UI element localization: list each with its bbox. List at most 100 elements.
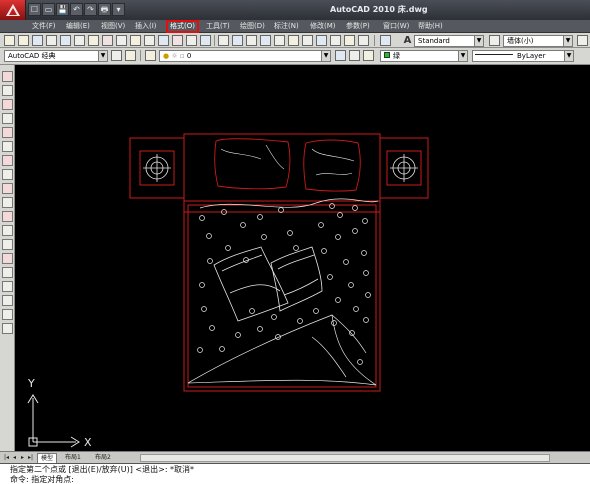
tool-palettes-icon[interactable] <box>302 35 313 46</box>
styles-icon[interactable] <box>380 35 391 46</box>
workspace-value: AutoCAD 经典 <box>8 52 56 60</box>
menu-format[interactable]: 格式(O) <box>166 20 199 33</box>
workspace-select[interactable]: AutoCAD 经典 ▼ <box>4 50 108 62</box>
plot-toolbar-icon[interactable] <box>46 35 57 46</box>
decorative-pillows <box>213 246 323 322</box>
line-icon[interactable] <box>2 71 13 82</box>
workspace-icon[interactable] <box>125 50 136 61</box>
qnew-icon[interactable] <box>4 35 15 46</box>
pillow-crease <box>311 148 355 162</box>
horizontal-scrollbar[interactable] <box>140 454 550 462</box>
plot-preview-icon[interactable] <box>60 35 71 46</box>
design-center-icon[interactable] <box>288 35 299 46</box>
tab-layout1[interactable]: 布局1 <box>62 453 84 463</box>
table-style-icon[interactable] <box>577 35 588 46</box>
tab-layout2[interactable]: 布局2 <box>92 453 114 463</box>
hatch-icon[interactable] <box>2 267 13 278</box>
save-icon[interactable]: 💾 <box>56 3 69 16</box>
copy-icon[interactable] <box>116 35 127 46</box>
menu-tools[interactable]: 工具(T) <box>206 21 230 32</box>
open-file-icon[interactable]: ▭ <box>42 3 55 16</box>
workspace-settings-icon[interactable] <box>111 50 122 61</box>
linetype-select[interactable]: ByLayer ▼ <box>472 50 574 62</box>
cut-icon[interactable] <box>102 35 113 46</box>
menu-insert[interactable]: 插入(I) <box>135 21 157 32</box>
bedspread-dots <box>197 203 371 365</box>
spline-icon[interactable] <box>2 183 13 194</box>
dim-style-select[interactable]: 墙体(小) ▼ <box>503 35 573 47</box>
dim-style-icon[interactable] <box>489 35 500 46</box>
redo-icon[interactable]: ↷ <box>84 3 97 16</box>
polygon-icon[interactable] <box>2 113 13 124</box>
pillow-crease <box>220 148 262 160</box>
menu-window[interactable]: 窗口(W) <box>383 21 409 32</box>
drawing-area[interactable]: Y X <box>16 65 590 451</box>
paste-icon[interactable] <box>130 35 141 46</box>
region-icon[interactable] <box>2 295 13 306</box>
first-tab-button[interactable]: |◂ <box>3 453 10 462</box>
point-icon[interactable] <box>2 253 13 264</box>
gradient-icon[interactable] <box>2 281 13 292</box>
publish-icon[interactable] <box>74 35 85 46</box>
toolbar-separator <box>374 35 375 46</box>
command-line[interactable]: 指定第二个点或 [退出(E)/放弃(U)] <退出>: *取消* 命令: 指定对… <box>0 463 590 484</box>
menu-draw[interactable]: 绘图(D) <box>240 21 265 32</box>
properties-icon[interactable] <box>274 35 285 46</box>
undo-toolbar-icon[interactable] <box>172 35 183 46</box>
make-block-icon[interactable] <box>2 239 13 250</box>
help-icon[interactable] <box>358 35 369 46</box>
new-file-icon[interactable]: ☐ <box>28 3 41 16</box>
menu-modify[interactable]: 修改(M) <box>310 21 336 32</box>
revision-cloud-icon[interactable] <box>2 169 13 180</box>
menu-file[interactable]: 文件(F) <box>32 21 56 32</box>
last-tab-button[interactable]: ▸| <box>27 453 34 462</box>
blanket-fold-lines <box>311 314 367 378</box>
text-style-value: Standard <box>418 37 450 45</box>
open-icon[interactable] <box>18 35 29 46</box>
menu-help[interactable]: 帮助(H) <box>418 21 443 32</box>
application-menu-button[interactable] <box>0 0 26 20</box>
arc-icon[interactable] <box>2 141 13 152</box>
menu-dimension[interactable]: 标注(N) <box>274 21 299 32</box>
qat-dropdown-icon[interactable]: ▾ <box>112 3 125 16</box>
layer-select[interactable]: ● ☼ ▫ 0 ▼ <box>159 50 331 62</box>
make-current-layer-icon[interactable] <box>335 50 346 61</box>
tab-model[interactable]: 模型 <box>37 453 58 463</box>
markup-icon[interactable] <box>330 35 341 46</box>
plot-icon[interactable]: 🖶 <box>98 3 111 16</box>
prev-tab-button[interactable]: ◂ <box>11 453 18 462</box>
polyline-icon[interactable] <box>2 99 13 110</box>
multiline-text-icon[interactable] <box>2 323 13 334</box>
sun-icon: ☼ <box>171 52 178 60</box>
layer-previous-icon[interactable] <box>349 50 360 61</box>
construction-line-icon[interactable] <box>2 85 13 96</box>
redo-toolbar-icon[interactable] <box>186 35 197 46</box>
layer-state-icon[interactable] <box>363 50 374 61</box>
undo-icon[interactable]: ↶ <box>70 3 83 16</box>
match-properties-icon[interactable] <box>144 35 155 46</box>
zoom-window-icon[interactable] <box>246 35 257 46</box>
ellipse-icon[interactable] <box>2 197 13 208</box>
block-editor-icon[interactable] <box>158 35 169 46</box>
circle-icon[interactable] <box>2 155 13 166</box>
chevron-down-icon: ▼ <box>98 51 107 61</box>
undo-dropdown-icon[interactable] <box>200 35 211 46</box>
zoom-previous-icon[interactable] <box>260 35 271 46</box>
layer-manager-icon[interactable] <box>145 50 156 61</box>
text-style-select[interactable]: Standard ▼ <box>414 35 484 47</box>
table-icon[interactable] <box>2 309 13 320</box>
insert-block-icon[interactable] <box>2 225 13 236</box>
sheet-set-icon[interactable] <box>316 35 327 46</box>
menu-parametric[interactable]: 参数(P) <box>346 21 370 32</box>
quickcalc-icon[interactable] <box>344 35 355 46</box>
3d-dwf-icon[interactable] <box>88 35 99 46</box>
pan-icon[interactable] <box>218 35 229 46</box>
save-toolbar-icon[interactable] <box>32 35 43 46</box>
menu-edit[interactable]: 编辑(E) <box>66 21 90 32</box>
next-tab-button[interactable]: ▸ <box>19 453 26 462</box>
color-select[interactable]: 绿 ▼ <box>380 50 468 62</box>
rectangle-icon[interactable] <box>2 127 13 138</box>
ellipse-arc-icon[interactable] <box>2 211 13 222</box>
menu-view[interactable]: 视图(V) <box>101 21 125 32</box>
zoom-realtime-icon[interactable] <box>232 35 243 46</box>
